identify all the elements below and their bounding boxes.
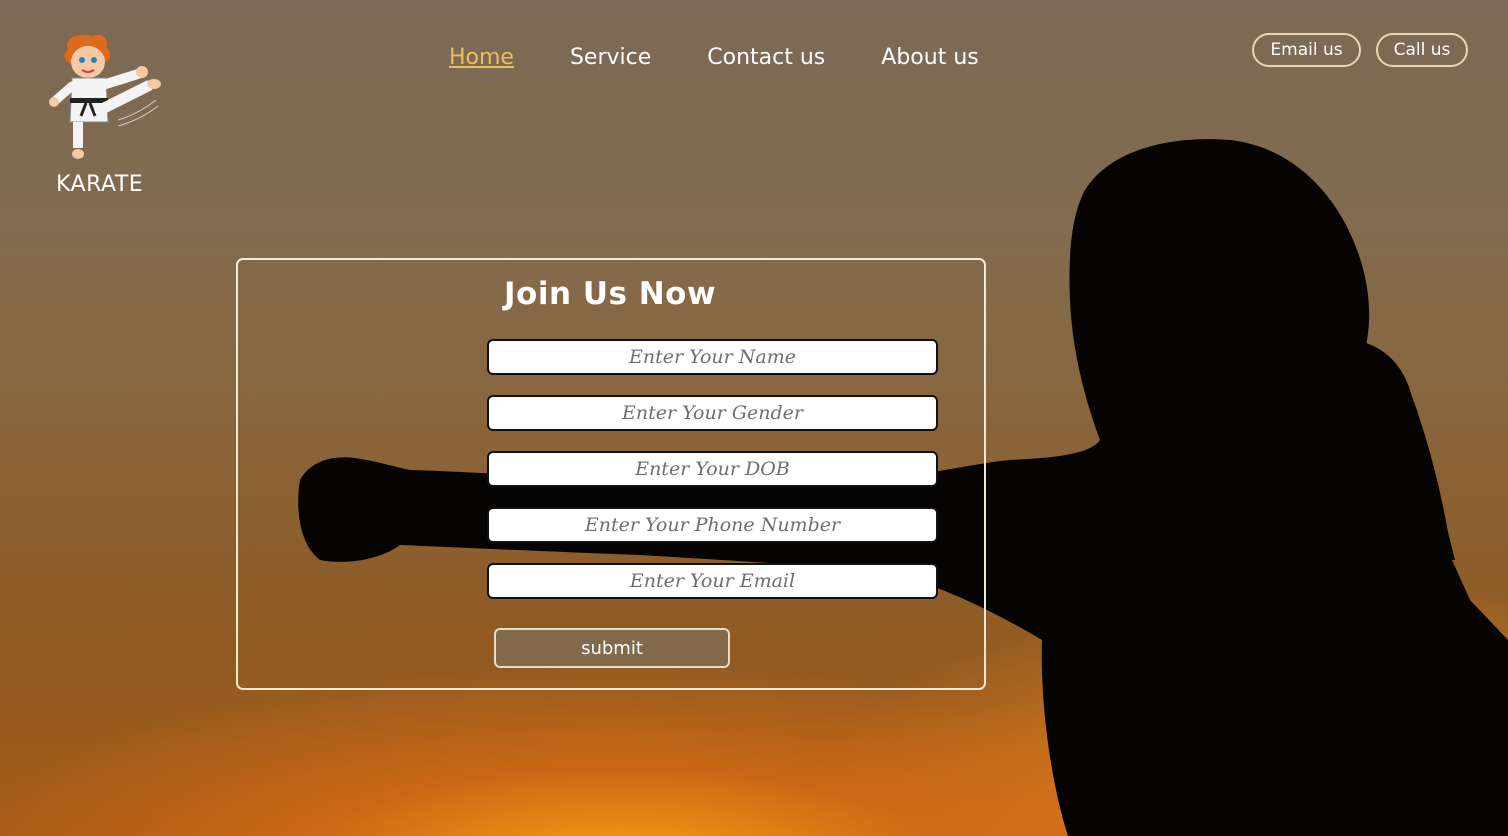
form-title: Join Us Now (504, 276, 717, 312)
dob-field[interactable] (487, 451, 938, 487)
nav-contact-us[interactable]: Contact us (707, 45, 825, 70)
join-form: Join Us Now submit (236, 258, 986, 690)
main-nav: Home Service Contact us About us (449, 45, 1035, 70)
gender-field[interactable] (487, 395, 938, 431)
email-us-button[interactable]: Email us (1252, 33, 1361, 67)
nav-service[interactable]: Service (570, 45, 651, 70)
email-field[interactable] (487, 563, 938, 599)
name-field[interactable] (487, 339, 938, 375)
submit-button[interactable]: submit (494, 628, 730, 668)
nav-about-us[interactable]: About us (881, 45, 978, 70)
karate-logo[interactable] (48, 30, 163, 165)
brand-name: KARATE (56, 172, 144, 197)
phone-field[interactable] (487, 507, 938, 543)
call-us-button[interactable]: Call us (1376, 33, 1468, 67)
karate-kid-icon (49, 34, 161, 159)
nav-home[interactable]: Home (449, 45, 514, 70)
